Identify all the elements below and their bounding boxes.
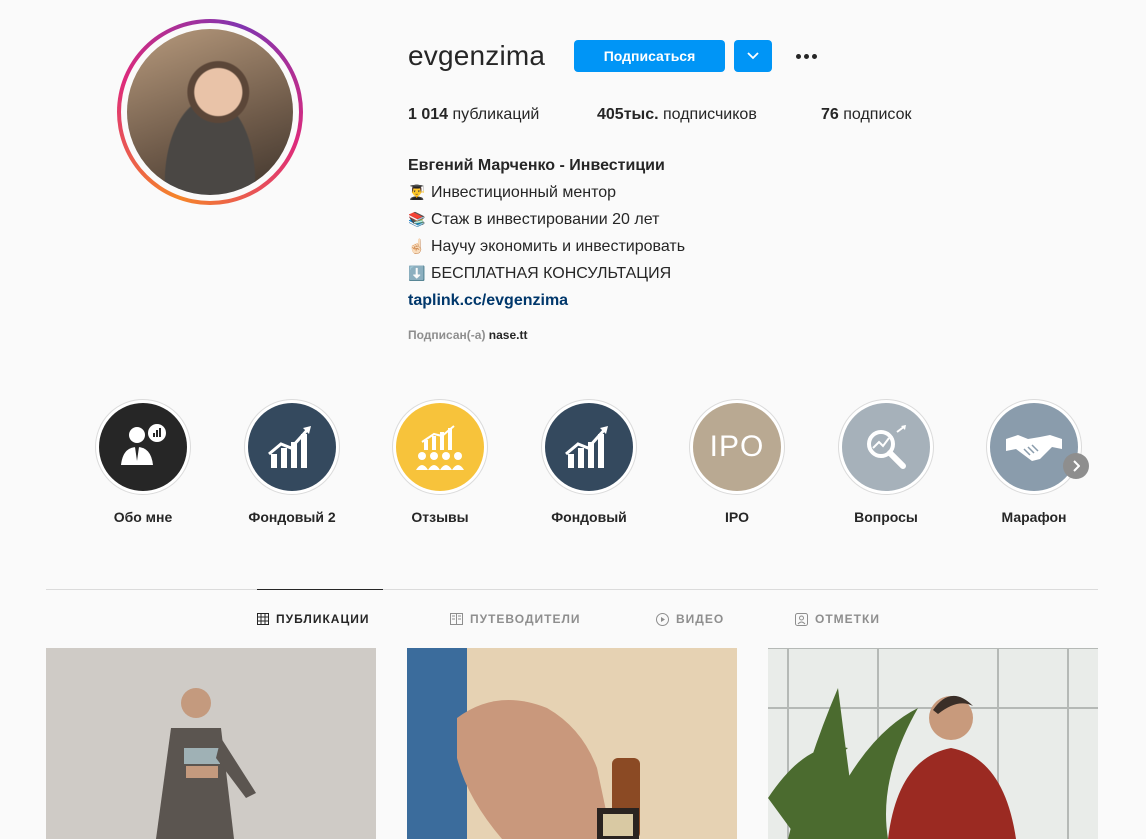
highlight-ring	[986, 399, 1082, 495]
follow-button[interactable]: Подписаться	[574, 40, 725, 72]
post-photo	[768, 648, 1098, 839]
highlight-ring	[541, 399, 637, 495]
highlight-label: Отзывы	[411, 509, 469, 525]
highlight-label: Фондовый	[551, 509, 627, 525]
highlight-label: Обо мне	[113, 509, 173, 525]
grid-icon	[257, 613, 269, 625]
post-thumbnail[interactable]	[768, 648, 1098, 839]
options-button[interactable]	[793, 44, 819, 68]
highlight-label: Марафон	[1001, 509, 1067, 525]
chevron-down-icon	[747, 52, 759, 60]
highlight-label: Вопросы	[854, 509, 918, 525]
highlight-stock[interactable]: Фондовый	[534, 399, 644, 525]
bio-line: 👨‍🎓 Инвестиционный ментор	[408, 179, 908, 206]
post-thumbnail[interactable]	[407, 648, 737, 839]
handshake-icon	[1006, 435, 1062, 461]
highlight-ring	[392, 399, 488, 495]
tab-video[interactable]: ВИДЕО	[656, 612, 724, 626]
tag-icon	[795, 612, 808, 626]
active-tab-indicator	[257, 589, 383, 590]
tab-posts[interactable]: ПУБЛИКАЦИИ	[257, 612, 369, 626]
tab-label: ОТМЕТКИ	[815, 612, 880, 626]
highlight-cover	[99, 403, 187, 491]
highlight-ring: IPO	[689, 399, 785, 495]
books-emoji-icon: 📚	[408, 211, 426, 227]
bio-text: Инвестиционный ментор	[431, 184, 617, 201]
highlights-next-button[interactable]	[1063, 453, 1089, 479]
bio-line: ☝🏻 Научу экономить и инвестировать	[408, 233, 908, 260]
posts-count: 1 014	[408, 106, 449, 123]
full-name: Евгений Марченко - Инвестиции	[408, 157, 665, 174]
following-stat[interactable]: 76 подписок	[821, 106, 911, 124]
followed-by[interactable]: Подписан(-а) nase.tt	[408, 328, 527, 342]
followers-count: 405тыс.	[597, 106, 659, 123]
point-up-emoji-icon: ☝🏻	[408, 238, 426, 254]
highlight-ring	[244, 399, 340, 495]
magnifier-chart-icon	[867, 425, 906, 469]
suggested-dropdown-button[interactable]	[734, 40, 772, 72]
audience-growth-icon	[416, 425, 464, 470]
more-dot-icon	[803, 53, 809, 59]
person-chart-icon	[121, 424, 166, 465]
username: evgenzima	[408, 40, 546, 71]
tab-label: ПУБЛИКАЦИИ	[276, 612, 370, 626]
arrow-down-emoji-icon: ⬇️	[408, 265, 426, 281]
highlight-label: IPO	[724, 509, 750, 525]
bio-line: 📚 Стаж в инвестировании 20 лет	[408, 206, 908, 233]
bio-link[interactable]: taplink.cc/evgenzima	[408, 292, 568, 309]
play-icon	[656, 612, 669, 626]
post-thumbnail[interactable]	[46, 648, 376, 839]
posts-label: публикаций	[452, 106, 540, 123]
followers-label: подписчиков	[663, 106, 757, 123]
bio-text: Стаж в инвестировании 20 лет	[431, 211, 660, 228]
bio-line: ⬇️ БЕСПЛАТНАЯ КОНСУЛЬТАЦИЯ	[408, 260, 908, 287]
chevron-right-icon	[1073, 460, 1080, 472]
tab-label: ВИДЕО	[676, 612, 725, 626]
ipo-cover-text: IPO	[709, 430, 765, 463]
bio: Евгений Марченко - Инвестиции 👨‍🎓 Инвести…	[408, 152, 908, 314]
highlight-ipo[interactable]: IPO IPO	[682, 399, 792, 525]
followed-by-user: nase.tt	[488, 328, 528, 342]
highlight-cover	[396, 403, 484, 491]
bar-chart-icon	[268, 426, 311, 468]
highlight-stock-2[interactable]: Фондовый 2	[237, 399, 347, 525]
highlight-ring	[838, 399, 934, 495]
following-count: 76	[821, 106, 839, 123]
highlight-cover	[842, 403, 930, 491]
tab-tagged[interactable]: ОТМЕТКИ	[795, 612, 880, 626]
following-label: подписок	[843, 106, 912, 123]
posts-stat: 1 014 публикаций	[408, 106, 539, 124]
more-dot-icon	[795, 53, 801, 59]
post-photo	[407, 648, 737, 839]
highlight-cover	[990, 403, 1078, 491]
highlight-cover	[545, 403, 633, 491]
tab-guides[interactable]: ПУТЕВОДИТЕЛИ	[450, 612, 581, 626]
tab-label: ПУТЕВОДИТЕЛИ	[470, 612, 581, 626]
tabs-divider	[46, 589, 1098, 590]
more-dot-icon	[811, 53, 817, 59]
followed-by-label: Подписан(-а)	[408, 328, 486, 342]
guide-icon	[450, 613, 463, 625]
followers-stat[interactable]: 405тыс. подписчиков	[597, 106, 757, 124]
highlight-reviews[interactable]: Отзывы	[385, 399, 495, 525]
highlight-ring	[95, 399, 191, 495]
bio-text: БЕСПЛАТНАЯ КОНСУЛЬТАЦИЯ	[431, 265, 672, 282]
avatar[interactable]	[127, 29, 293, 195]
post-photo	[46, 648, 376, 839]
profile-avatar-ring[interactable]	[117, 19, 303, 205]
highlight-cover	[248, 403, 336, 491]
bar-chart-icon	[565, 426, 608, 468]
highlight-about[interactable]: Обо мне	[88, 399, 198, 525]
student-emoji-icon: 👨‍🎓	[408, 184, 426, 200]
highlight-label: Фондовый 2	[248, 509, 336, 525]
highlight-questions[interactable]: Вопросы	[831, 399, 941, 525]
highlight-cover: IPO	[693, 403, 781, 491]
bio-text: Научу экономить и инвестировать	[431, 238, 686, 255]
